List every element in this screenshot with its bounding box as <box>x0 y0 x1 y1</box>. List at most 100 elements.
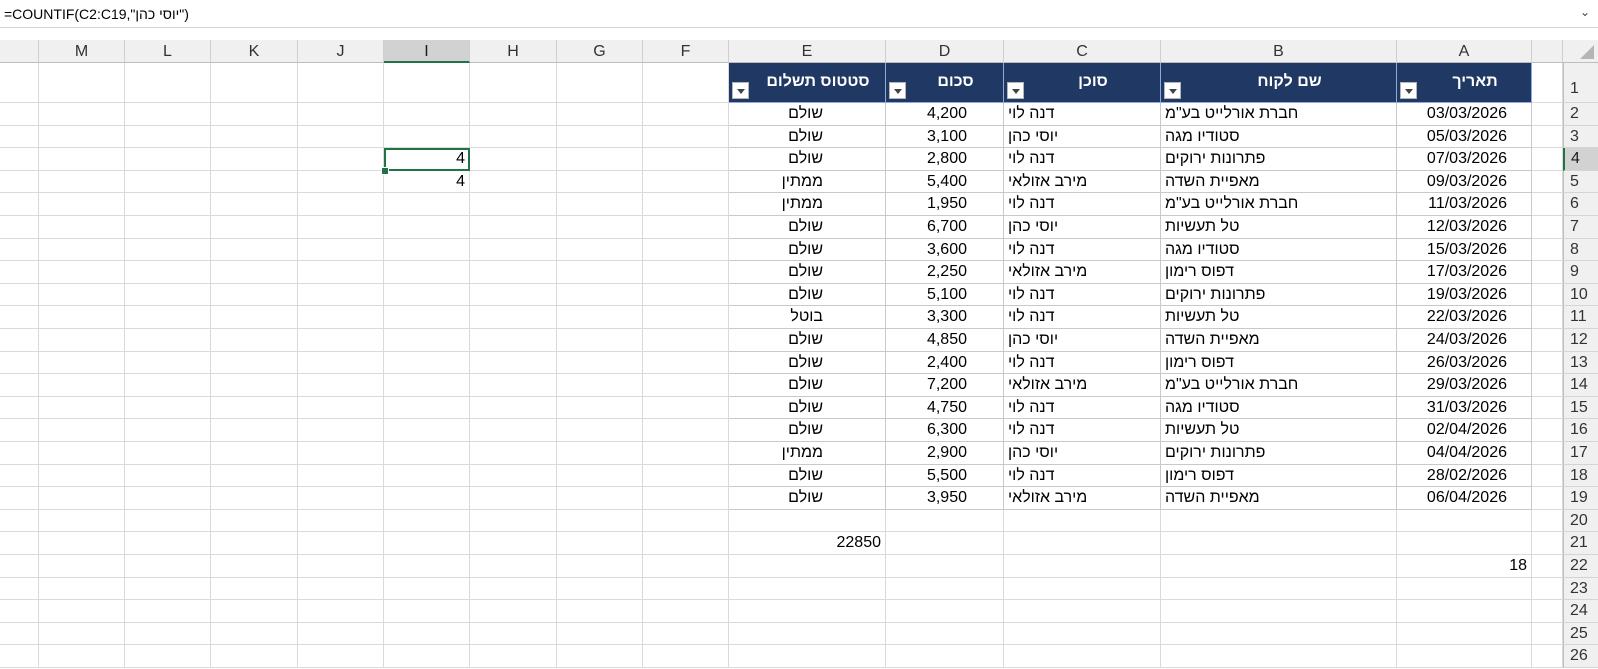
table-cell-a[interactable]: 22/03/2026 <box>1397 306 1532 329</box>
grid-cell[interactable] <box>125 577 211 601</box>
grid-cell[interactable] <box>0 532 39 555</box>
grid-cell[interactable] <box>39 261 125 284</box>
grid-cell[interactable] <box>470 261 557 284</box>
grid-cell[interactable] <box>886 577 1004 601</box>
grid-cell[interactable] <box>39 509 125 533</box>
grid-cell[interactable] <box>125 396 211 420</box>
grid-cell[interactable] <box>1161 600 1397 623</box>
table-cell-d[interactable]: 2,800 <box>886 148 1004 171</box>
table-cell-b[interactable]: דפוס רימון <box>1161 261 1397 284</box>
row-header-6[interactable]: 6 <box>1563 193 1598 216</box>
grid-cell[interactable] <box>643 216 729 239</box>
grid-cell[interactable] <box>557 306 643 329</box>
row-header-19[interactable]: 19 <box>1563 487 1598 510</box>
grid-cell[interactable] <box>125 148 211 171</box>
table-cell-c[interactable]: דנה לוי <box>1004 419 1161 442</box>
table-cell-e[interactable]: ממתין <box>729 170 886 194</box>
table-cell-b[interactable]: מאפיית השדה <box>1161 329 1397 352</box>
row-header-5[interactable]: 5 <box>1563 170 1598 194</box>
grid-cell[interactable] <box>0 170 39 194</box>
table-cell-b[interactable]: טל תעשיות <box>1161 216 1397 239</box>
grid-cell[interactable] <box>470 103 557 126</box>
table-cell-a[interactable]: 24/03/2026 <box>1397 329 1532 352</box>
table-cell-e[interactable]: שולם <box>729 103 886 126</box>
grid-cell[interactable] <box>298 419 384 442</box>
grid-cell[interactable] <box>384 622 470 646</box>
table-cell-b[interactable]: חברת אורלייט בע"מ <box>1161 193 1397 216</box>
grid-cell[interactable] <box>470 509 557 533</box>
grid-cell[interactable] <box>729 509 886 533</box>
grid-cell[interactable] <box>384 645 470 668</box>
grid-cell[interactable] <box>1161 645 1397 668</box>
grid-cell[interactable] <box>470 329 557 352</box>
table-cell-e[interactable]: שולם <box>729 238 886 262</box>
table-cell-c[interactable]: יוסי כהן <box>1004 442 1161 465</box>
table-cell-e[interactable]: שולם <box>729 261 886 284</box>
grid-cell[interactable] <box>125 645 211 668</box>
table-cell-a[interactable]: 12/03/2026 <box>1397 216 1532 239</box>
column-header-n[interactable]: N <box>0 40 39 63</box>
column-header-a[interactable]: A <box>1397 40 1532 63</box>
grid-cell[interactable] <box>557 125 643 149</box>
grid-cell[interactable] <box>298 577 384 601</box>
grid-cell[interactable] <box>211 464 298 488</box>
grid-cell[interactable] <box>643 532 729 555</box>
row-header-2[interactable]: 2 <box>1563 103 1598 126</box>
table-cell-e[interactable]: שולם <box>729 487 886 510</box>
grid-cell[interactable] <box>39 306 125 329</box>
grid-cell[interactable] <box>557 261 643 284</box>
column-header-j[interactable]: J <box>298 40 384 63</box>
grid-cell[interactable] <box>557 351 643 375</box>
grid-cell[interactable] <box>39 532 125 555</box>
table-cell-c[interactable]: דנה לוי <box>1004 103 1161 126</box>
grid-cell[interactable] <box>1004 622 1161 646</box>
cell-a22[interactable]: 18 <box>1397 555 1532 578</box>
table-cell-d[interactable]: 4,750 <box>886 396 1004 420</box>
grid-cell[interactable] <box>39 170 125 194</box>
row-header-8[interactable]: 8 <box>1563 238 1598 262</box>
grid-cell[interactable] <box>0 645 39 668</box>
column-header-c[interactable]: C <box>1004 40 1161 63</box>
grid-cell[interactable] <box>211 306 298 329</box>
grid-cell[interactable] <box>557 193 643 216</box>
grid-cell[interactable] <box>1397 577 1532 601</box>
table-cell-d[interactable]: 5,100 <box>886 283 1004 307</box>
grid-cell[interactable] <box>39 419 125 442</box>
table-cell-e[interactable]: שולם <box>729 329 886 352</box>
table-cell-e[interactable]: שולם <box>729 148 886 171</box>
grid-cell[interactable] <box>0 396 39 420</box>
grid-cell[interactable] <box>211 509 298 533</box>
table-cell-c[interactable]: דנה לוי <box>1004 193 1161 216</box>
grid-cell[interactable] <box>298 351 384 375</box>
grid-cell[interactable] <box>643 329 729 352</box>
grid-cell[interactable] <box>557 509 643 533</box>
spreadsheet-grid[interactable]: ABCDEFGHIJKLMN 1234567891011121314151617… <box>0 40 1598 669</box>
grid-cell[interactable] <box>0 374 39 397</box>
grid-cell[interactable] <box>384 509 470 533</box>
grid-cell[interactable] <box>1004 532 1161 555</box>
table-cell-c[interactable]: דנה לוי <box>1004 306 1161 329</box>
grid-cell[interactable] <box>729 645 886 668</box>
grid-cell[interactable] <box>470 555 557 578</box>
grid-cell[interactable] <box>125 442 211 465</box>
table-cell-a[interactable]: 09/03/2026 <box>1397 170 1532 194</box>
grid-cell[interactable] <box>298 170 384 194</box>
grid-cell[interactable] <box>0 238 39 262</box>
table-cell-c[interactable]: יוסי כהן <box>1004 125 1161 149</box>
table-cell-d[interactable]: 6,300 <box>886 419 1004 442</box>
table-header-a[interactable]: תאריך <box>1397 63 1532 103</box>
grid-cell[interactable] <box>643 63 729 103</box>
grid-cell[interactable] <box>125 351 211 375</box>
grid-cell[interactable] <box>298 63 384 103</box>
grid-cell[interactable] <box>39 351 125 375</box>
grid-cell[interactable] <box>0 509 39 533</box>
grid-cell[interactable] <box>643 306 729 329</box>
grid-cell[interactable] <box>0 329 39 352</box>
row-header-18[interactable]: 18 <box>1563 464 1598 488</box>
grid-cell[interactable] <box>557 329 643 352</box>
grid-cell[interactable] <box>557 577 643 601</box>
grid-cell[interactable] <box>470 283 557 307</box>
grid-cell[interactable] <box>39 125 125 149</box>
row-header-3[interactable]: 3 <box>1563 125 1598 149</box>
table-cell-c[interactable]: דנה לוי <box>1004 396 1161 420</box>
